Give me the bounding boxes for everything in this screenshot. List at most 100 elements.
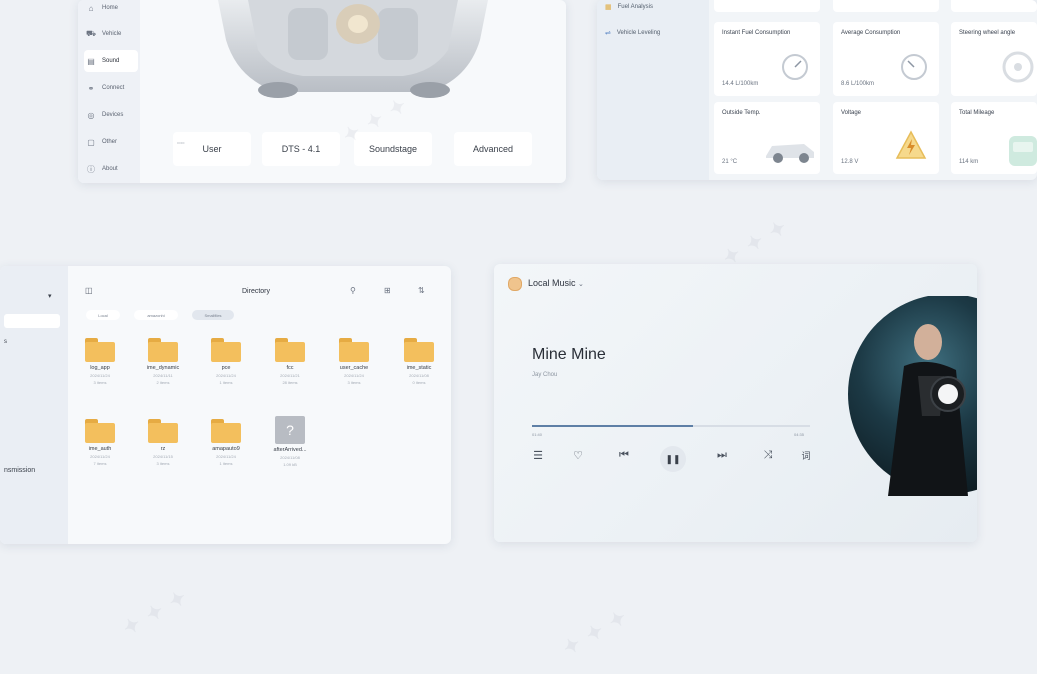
sidebar-item-transmission[interactable]: nsmission <box>4 467 35 474</box>
folder-item[interactable]: ime_auth 2024/11/24 7 items <box>70 419 130 466</box>
path-chip-current[interactable]: Smallfiles <box>192 310 234 320</box>
folder-name: rz <box>160 446 166 452</box>
tile-partial <box>833 0 939 12</box>
artist-name: Jay Chou <box>532 372 558 378</box>
tab-dts[interactable]: DTS - 4.1 <box>262 132 340 166</box>
tile-average-consumption[interactable]: Average Consumption 8.6 L/100km <box>833 22 939 96</box>
file-manager-panel: ▾ s nsmission ◫ Directory ⚲ ⊞ ⇅ Local am… <box>0 266 451 544</box>
path-chip[interactable]: amazonhi <box>134 310 178 320</box>
folder-item[interactable]: amapauto9 2024/11/24 1 items <box>196 419 256 466</box>
folder-count: 3 items <box>347 380 361 385</box>
settings-sidebar: ⌂ Home ⛟ Vehicle ▤ Sound ⚭ Connect ◎ Devices … <box>78 0 140 183</box>
tile-value: 14.4 L/100km <box>722 81 759 87</box>
tab-soundstage[interactable]: Soundstage <box>354 132 432 166</box>
next-icon[interactable]: ⏭ <box>712 449 732 462</box>
unknown-file-icon: ? <box>275 416 305 444</box>
sidebar-search-box[interactable] <box>4 314 60 328</box>
folder-date: 2024/11/21 <box>280 373 300 378</box>
song-title: Mine Mine <box>532 346 606 363</box>
folder-item[interactable]: user_cache 2024/11/24 3 items <box>324 338 384 385</box>
nav-item-connect[interactable]: ⚭ Connect <box>84 77 138 99</box>
folder-name: log_app <box>90 365 110 371</box>
nav-item-label: Home <box>102 5 119 11</box>
nav-item-sound[interactable]: ▤ Sound <box>84 50 138 72</box>
pause-icon[interactable]: ❚❚ <box>660 446 686 472</box>
folder-count: 0 items <box>412 380 426 385</box>
other-icon: ▢ <box>87 137 95 147</box>
directory-title: Directory <box>242 288 271 295</box>
nav-item-about[interactable]: ⓘ About <box>84 158 138 180</box>
tile-total-mileage[interactable]: Total Mileage 114 km <box>951 102 1037 174</box>
shuffle-icon[interactable]: ⤨ <box>758 449 778 462</box>
playlist-icon[interactable]: ☰ <box>528 449 548 462</box>
folder-date: 2024/11/24 <box>344 373 364 378</box>
dropdown-caret-icon[interactable]: ▾ <box>48 292 52 300</box>
folder-icon <box>211 338 241 362</box>
tile-title: Average Consumption <box>841 30 901 36</box>
nav-item-home[interactable]: ⌂ Home <box>84 0 138 19</box>
gauge-icon <box>782 54 808 80</box>
search-icon[interactable]: ⚲ <box>350 286 356 295</box>
heart-icon[interactable]: ♡ <box>568 449 588 462</box>
nav-item-label: Other <box>102 139 118 145</box>
tile-title: Steering wheel angle <box>959 30 1016 36</box>
nav-item-devices[interactable]: ◎ Devices <box>84 104 138 126</box>
folder-item[interactable]: fcc 2024/11/21 28 items <box>260 338 320 385</box>
folder-item[interactable]: ime_dynamic 2024/11/11 2 items <box>133 338 193 385</box>
folder-item[interactable]: pce 2024/11/24 1 items <box>196 338 256 385</box>
folder-date: 2024/11/24 <box>216 454 236 459</box>
fuel-analysis-icon: ▦ <box>605 4 612 11</box>
tab-advanced[interactable]: Advanced <box>454 132 532 166</box>
about-icon: ⓘ <box>87 164 95 174</box>
tile-title: Total Mileage <box>959 110 995 116</box>
folder-icon <box>275 338 305 362</box>
nav-item-other[interactable]: ▢ Other <box>84 131 138 153</box>
tile-title: Voltage <box>841 110 862 116</box>
path-label: Local <box>98 312 108 318</box>
new-folder-icon[interactable]: ⊞ <box>384 286 391 295</box>
warning-voltage-icon <box>895 130 927 159</box>
folder-icon <box>85 338 115 362</box>
nav-item-label: About <box>102 166 118 172</box>
sort-icon[interactable]: ⇅ <box>418 286 425 295</box>
tile-instant-fuel[interactable]: Instant Fuel Consumption 14.4 L/100km <box>714 22 820 96</box>
progress-track[interactable] <box>532 425 810 427</box>
folder-count: 3 items <box>156 461 170 466</box>
file-item-unknown[interactable]: ? afterArrived... 2024/11/08 1.09 kB <box>260 416 320 467</box>
nav-item-vehicle-leveling[interactable]: ⇌ Vehicle Leveling <box>605 29 660 37</box>
folder-name: ime_static <box>406 365 432 371</box>
folder-icon <box>148 338 178 362</box>
path-chip[interactable]: Local <box>86 310 120 320</box>
folder-name: fcc <box>286 365 294 371</box>
connect-icon: ⚭ <box>87 83 95 93</box>
vehicle-sidebar: ▦ Fuel Analysis ⇌ Vehicle Leveling <box>597 0 709 180</box>
folder-item[interactable]: rz 2024/11/15 3 items <box>133 419 193 466</box>
nav-item-fuel-analysis[interactable]: ▦ Fuel Analysis <box>605 3 653 11</box>
folder-date: 2024/11/24 <box>216 373 236 378</box>
steering-wheel-icon <box>1002 51 1034 83</box>
tile-partial <box>714 0 820 12</box>
folder-item[interactable]: log_app 2024/11/24 3 items <box>70 338 130 385</box>
tile-voltage[interactable]: Voltage 12.8 V <box>833 102 939 174</box>
source-selector[interactable]: Local Music ⌄ <box>528 278 584 288</box>
folder-name: user_cache <box>339 365 369 371</box>
nav-item-vehicle[interactable]: ⛟ Vehicle <box>84 23 138 45</box>
progress-fill <box>532 425 694 427</box>
chevron-down-icon: ⌄ <box>578 281 584 288</box>
tile-value: 114 km <box>959 159 979 165</box>
sidebar-toggle-icon[interactable]: ◫ <box>85 286 93 295</box>
path-label: Smallfiles <box>204 312 222 318</box>
sidebar-item[interactable]: s <box>4 339 7 345</box>
folder-date: 2024/11/24 <box>90 373 110 378</box>
tab-user[interactable]: ▭▭ User <box>173 132 251 166</box>
sound-settings-panel: ⌂ Home ⛟ Vehicle ▤ Sound ⚭ Connect ◎ Devices … <box>78 0 566 183</box>
folder-icon <box>211 419 241 443</box>
lyrics-icon[interactable]: 词 <box>796 449 816 462</box>
folder-count: 3 items <box>93 380 107 385</box>
folder-item[interactable]: ime_static 2024/11/08 0 items <box>389 338 449 385</box>
folder-count: 2 items <box>156 380 170 385</box>
previous-icon[interactable]: ⏮ <box>614 449 634 462</box>
tile-outside-temp[interactable]: Outside Temp. 21 °C <box>714 102 820 174</box>
watermark: ✦ ✦ ✦ <box>559 605 633 661</box>
tile-steering-angle[interactable]: Steering wheel angle <box>951 22 1037 96</box>
